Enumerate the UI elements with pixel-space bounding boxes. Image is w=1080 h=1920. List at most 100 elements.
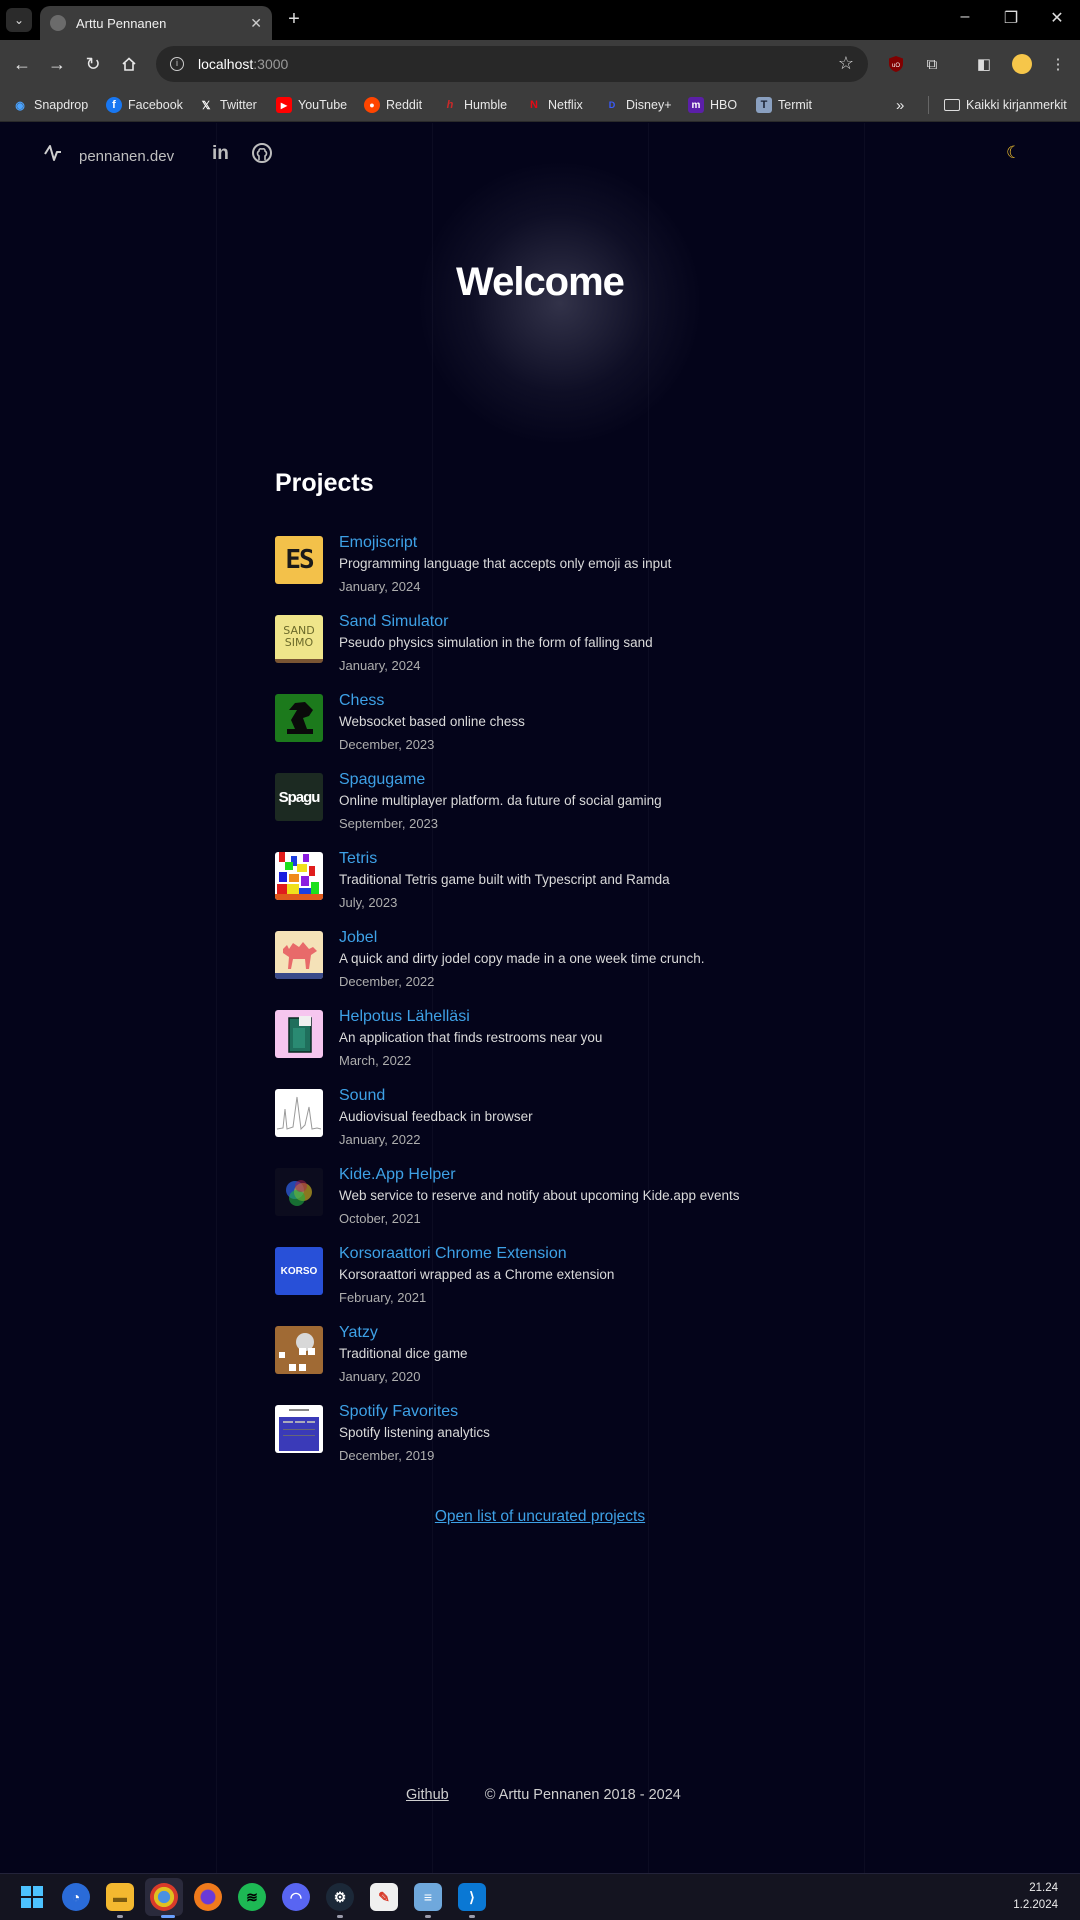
linkedin-link[interactable]: in	[212, 143, 229, 165]
side-panel-button[interactable]: ◧	[972, 52, 996, 76]
linkedin-icon: in	[212, 143, 229, 164]
bookmark-disney[interactable]: D Disney+	[604, 88, 672, 122]
tab-search-button[interactable]: ⌄	[6, 8, 32, 32]
new-tab-button[interactable]: +	[282, 8, 306, 32]
bookmark-youtube[interactable]: ▶ YouTube	[276, 88, 347, 122]
project-name[interactable]: Spotify Favorites	[339, 1402, 490, 1422]
project-date: October, 2021	[339, 1211, 421, 1226]
home-icon	[122, 57, 136, 71]
theme-toggle-button[interactable]: ☾	[1006, 143, 1021, 163]
taskbar-notepad[interactable]: ≡	[414, 1883, 442, 1911]
project-name[interactable]: Emojiscript	[339, 533, 671, 553]
project-thumbnail-helpotus[interactable]	[275, 1010, 323, 1058]
page-content: pennanen.dev in ☾ Welcome Projects ES Em…	[0, 123, 1080, 1873]
github-link[interactable]	[252, 143, 272, 169]
chrome-menu-button[interactable]: ⋮	[1046, 52, 1070, 76]
file-explorer-icon: ▬	[113, 1889, 127, 1905]
footer-github-link[interactable]: Github	[406, 1787, 449, 1803]
taskbar-file-explorer[interactable]: ▬	[106, 1883, 134, 1911]
uncurated-projects-section: Open list of uncurated projects	[0, 1508, 1080, 1526]
copilot-icon: ◔	[71, 1889, 81, 1905]
project-description: Pseudo physics simulation in the form of…	[339, 635, 653, 650]
project-name[interactable]: Tetris	[339, 849, 670, 869]
running-indicator	[117, 1915, 123, 1918]
project-name[interactable]: Sound	[339, 1086, 533, 1106]
bookmark-netflix[interactable]: N Netflix	[526, 88, 583, 122]
uncurated-projects-link[interactable]: Open list of uncurated projects	[435, 1508, 645, 1525]
thumbnail-label: Spagu	[278, 788, 321, 806]
taskbar-firefox[interactable]	[194, 1883, 222, 1911]
project-date: January, 2020	[339, 1369, 421, 1384]
taskbar-paint[interactable]: ✎	[370, 1883, 398, 1911]
project-name[interactable]: Jobel	[339, 928, 704, 948]
project-name[interactable]: Kide.App Helper	[339, 1165, 740, 1185]
site-info-icon[interactable]: i	[170, 57, 184, 71]
more-bookmarks-button[interactable]: »	[896, 88, 904, 122]
project-description: Traditional dice game	[339, 1346, 468, 1361]
bookmark-label: Termit	[778, 98, 813, 112]
project-thumbnail-spotify[interactable]	[275, 1405, 323, 1453]
profile-avatar[interactable]	[1010, 52, 1034, 76]
project-thumbnail-jobel[interactable]	[275, 931, 323, 979]
taskbar-steam[interactable]: ⚙	[326, 1883, 354, 1911]
vscode-icon: ⟩	[469, 1888, 475, 1905]
close-tab-icon[interactable]: ✕	[250, 15, 262, 32]
system-clock[interactable]: 21.24 1.2.2024	[1013, 1880, 1058, 1914]
project-thumbnail-spagu[interactable]: Spagu	[275, 773, 323, 821]
site-logo[interactable]: pennanen.dev	[43, 143, 174, 169]
restore-button[interactable]: ❐	[996, 8, 1026, 28]
side-panel-icon: ◧	[976, 56, 992, 73]
project-thumbnail-yatzy[interactable]	[275, 1326, 323, 1374]
back-button[interactable]: ←	[10, 52, 34, 76]
minimize-button[interactable]: –	[950, 8, 980, 26]
project-name[interactable]: Sand Simulator	[339, 612, 653, 632]
home-button[interactable]	[117, 52, 141, 76]
project-thumbnail-sound[interactable]	[275, 1089, 323, 1137]
taskbar-vscode[interactable]: ⟩	[458, 1883, 486, 1911]
spotify-icon: ≋	[246, 1888, 258, 1905]
netflix-icon: N	[530, 99, 538, 111]
address-bar[interactable]: i localhost:3000 ☆	[156, 46, 868, 82]
bookmark-facebook[interactable]: f Facebook	[106, 88, 183, 122]
taskbar-chrome[interactable]	[150, 1883, 178, 1911]
project-thumbnail-tetris[interactable]	[275, 852, 323, 900]
bookmark-hbo[interactable]: m HBO	[688, 88, 737, 122]
bookmark-reddit[interactable]: ● Reddit	[364, 88, 422, 122]
project-description: Korsoraattori wrapped as a Chrome extens…	[339, 1267, 615, 1282]
start-button[interactable]	[18, 1883, 46, 1911]
project-thumbnail-korso[interactable]: KORSO	[275, 1247, 323, 1295]
waveform-icon	[276, 1096, 322, 1131]
extensions-button[interactable]: ⧉	[920, 52, 944, 76]
taskbar-spotify[interactable]: ≋	[238, 1883, 266, 1911]
bookmark-termit[interactable]: T Termit	[756, 88, 812, 122]
bookmark-twitter[interactable]: 𝕏 Twitter	[198, 88, 257, 122]
project-name[interactable]: Spagugame	[339, 770, 662, 790]
bookmark-label: Disney+	[626, 98, 672, 112]
url-port: :3000	[253, 56, 289, 72]
bookmark-star-icon[interactable]: ☆	[838, 53, 854, 74]
project-thumbnail-emojiscript[interactable]: ES	[275, 536, 323, 584]
taskbar-discord[interactable]: ◠	[282, 1883, 310, 1911]
browser-tab[interactable]: Arttu Pennanen ✕	[40, 6, 272, 40]
humble-icon: h	[446, 99, 454, 111]
reload-button[interactable]: ↻	[81, 52, 105, 76]
project-name[interactable]: Helpotus Lähelläsi	[339, 1007, 602, 1027]
project-thumbnail-kide[interactable]	[275, 1168, 323, 1216]
bookmark-snapdrop[interactable]: ◉ Snapdrop	[12, 88, 88, 122]
project-thumbnail-sand[interactable]: SAND SIMO	[275, 615, 323, 663]
project-name[interactable]: Chess	[339, 691, 525, 711]
close-window-button[interactable]: ✕	[1042, 8, 1072, 28]
snapdrop-icon: ◉	[15, 99, 25, 112]
clock-time: 21.24	[1029, 1882, 1058, 1894]
bookmark-humble[interactable]: h Humble	[442, 88, 507, 122]
ublock-extension-button[interactable]: uO	[884, 52, 908, 76]
all-bookmarks-button[interactable]: Kaikki kirjanmerkit	[944, 88, 1067, 122]
project-name[interactable]: Korsoraattori Chrome Extension	[339, 1244, 614, 1264]
discord-icon: ◠	[289, 1888, 303, 1905]
taskbar-copilot[interactable]: ◔	[62, 1883, 90, 1911]
bookmark-label: Twitter	[220, 98, 257, 112]
project-date: September, 2023	[339, 816, 439, 831]
project-name[interactable]: Yatzy	[339, 1323, 468, 1343]
forward-button[interactable]: →	[45, 52, 69, 76]
project-thumbnail-chess[interactable]	[275, 694, 323, 742]
